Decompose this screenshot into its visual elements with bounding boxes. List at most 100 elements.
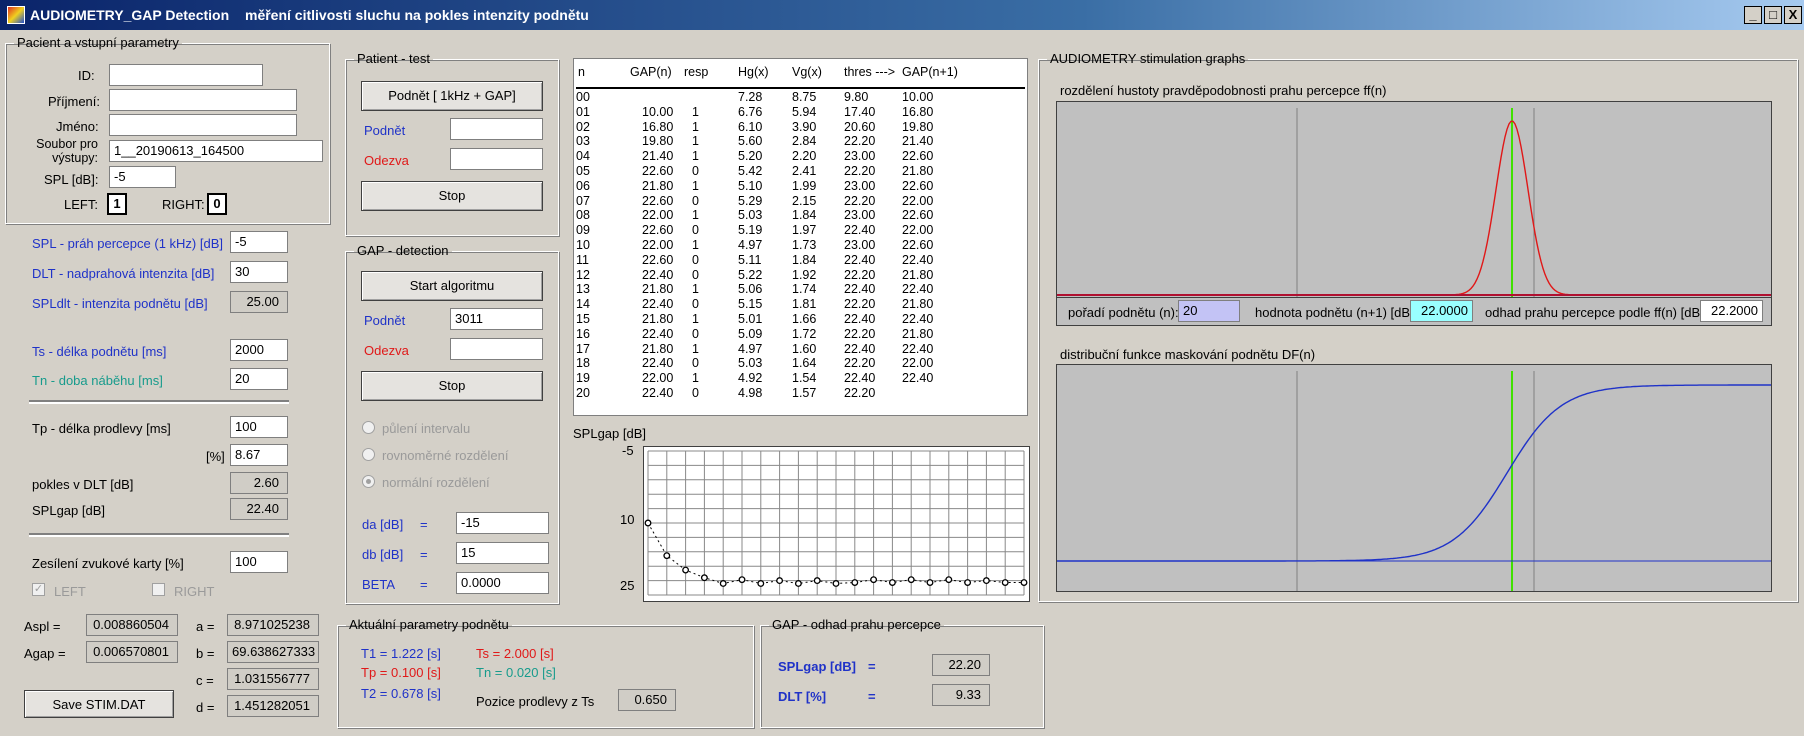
table-cell: 0: [692, 356, 699, 371]
table-cell: 21.80: [902, 326, 934, 341]
pct-label: [%]: [206, 449, 225, 464]
test-stop-button[interactable]: Stop: [361, 181, 543, 211]
table-cell: 22.20: [844, 356, 876, 371]
table-cell: 22.40: [642, 356, 674, 371]
table-cell: 22.40: [844, 282, 876, 297]
table-cell: 5.60: [738, 134, 763, 149]
close-button[interactable]: X: [1784, 6, 1802, 24]
b-value: 69.638627333: [227, 641, 319, 663]
table-row: 09 22.60 0 5.19 1.97 22.40 22.00: [574, 223, 1027, 238]
radio-normal-distribution[interactable]: [362, 475, 375, 488]
splgap-value: 22.40: [230, 498, 288, 520]
left-checkbox[interactable]: ✓: [32, 583, 45, 596]
table-cell: 21.40: [642, 149, 674, 164]
radio-normal-distribution-label: normální rozdělení: [382, 475, 490, 490]
agap-value: 0.006570801: [86, 641, 178, 663]
spl-threshold-field[interactable]: -5: [230, 231, 288, 253]
table-cell: 22.40: [902, 312, 934, 326]
next-value-field[interactable]: 22.0000: [1410, 300, 1473, 322]
splgap-point: [888, 579, 896, 586]
table-cell: 5.06: [738, 282, 763, 297]
id-field[interactable]: [109, 64, 263, 86]
ts-field[interactable]: 2000: [230, 339, 288, 361]
cdf-graph: [1056, 364, 1772, 592]
beta-field[interactable]: 0.0000: [456, 572, 549, 594]
test-stimulus-field[interactable]: [450, 118, 543, 140]
table-cell: 22.60: [902, 238, 934, 252]
table-cell: 4.97: [738, 341, 763, 356]
table-cell: 5.01: [738, 312, 763, 326]
table-cell: 1.84: [792, 252, 817, 267]
table-cell: 22.00: [642, 208, 674, 223]
splgap-point: [851, 579, 859, 586]
table-row: 11 22.60 0 5.11 1.84 22.40 22.40: [574, 253, 1027, 268]
table-cell: 1.66: [792, 312, 817, 326]
table-cell: 20.60: [844, 119, 876, 134]
maximize-button[interactable]: □: [1764, 6, 1782, 24]
table-cell: 5.20: [738, 149, 763, 164]
results-table[interactable]: n GAP(n) resp Hg(x) Vg(x) thres ---> GAP…: [573, 58, 1028, 416]
db-field[interactable]: 15: [456, 542, 549, 564]
minimize-button[interactable]: _: [1744, 6, 1762, 24]
pct-field[interactable]: 8.67: [230, 444, 288, 466]
table-cell: 1: [692, 341, 699, 356]
table-cell: 22.20: [844, 326, 876, 341]
splgap-point: [738, 576, 746, 584]
dlt-field[interactable]: 30: [230, 261, 288, 283]
splgap-point: [663, 552, 671, 560]
splgap-plot-frame: [643, 446, 1030, 602]
table-cell: 16.80: [902, 104, 934, 119]
beta-equals: =: [420, 577, 428, 592]
splgap-plot-title: SPLgap [dB]: [573, 426, 646, 441]
order-field[interactable]: 20: [1178, 300, 1240, 322]
table-cell: 22.40: [642, 386, 674, 400]
table-cell: 1: [692, 178, 699, 193]
start-algorithm-button[interactable]: Start algoritmu: [361, 271, 543, 301]
aspl-label: Aspl =: [24, 619, 61, 634]
table-cell: 22.40: [642, 267, 674, 282]
tn-field[interactable]: 20: [230, 368, 288, 390]
table-cell: 5.10: [738, 178, 763, 193]
gain-field[interactable]: 100: [230, 551, 288, 573]
file-field[interactable]: 1__20190613_164500: [109, 140, 323, 162]
da-equals: =: [420, 517, 428, 532]
table-cell: 0: [692, 386, 699, 400]
save-stim-button[interactable]: Save STIM.DAT: [24, 690, 174, 718]
test-response-field[interactable]: [450, 148, 543, 170]
splgap-point: [1001, 579, 1009, 586]
surname-field[interactable]: [109, 89, 297, 111]
stimulus-button[interactable]: Podnět [ 1kHz + GAP]: [361, 81, 543, 111]
table-cell: 08: [576, 208, 590, 223]
name-label: Jméno:: [56, 119, 99, 134]
table-cell: 22.00: [902, 193, 934, 208]
table-header-line: [576, 87, 1025, 89]
radio-interval-halving[interactable]: [362, 421, 375, 434]
right-checkbox[interactable]: [152, 583, 165, 596]
table-cell: 7.28: [738, 90, 763, 104]
table-cell: 5.03: [738, 356, 763, 371]
table-row: 17 21.80 1 4.97 1.60 22.40 22.40: [574, 342, 1027, 357]
left-value: 1: [107, 193, 127, 215]
table-cell: 1.54: [792, 371, 817, 386]
a-label: a =: [196, 619, 215, 634]
gap-stimulus-field[interactable]: 3011: [450, 308, 543, 330]
test-response-label: Odezva: [364, 153, 409, 168]
table-cell: 22.20: [844, 267, 876, 282]
spl-field[interactable]: -5: [109, 166, 176, 188]
table-row: 13 21.80 1 5.06 1.74 22.40 22.40: [574, 282, 1027, 297]
da-field[interactable]: -15: [456, 512, 549, 534]
table-cell: 1: [692, 282, 699, 297]
radio-uniform-distribution[interactable]: [362, 448, 375, 461]
cdf-plot: [1057, 371, 1771, 591]
table-cell: 21.80: [902, 164, 934, 178]
name-field[interactable]: [109, 114, 297, 136]
estimate-field[interactable]: 22.2000: [1700, 300, 1763, 322]
table-row: 07 22.60 0 5.29 2.15 22.20 22.00: [574, 194, 1027, 209]
estimate-dlt-label: DLT [%]: [778, 689, 827, 704]
table-cell: 22.40: [902, 252, 934, 267]
tp-field[interactable]: 100: [230, 416, 288, 438]
table-cell: 22.20: [844, 134, 876, 149]
gap-response-field[interactable]: [450, 338, 543, 360]
table-row: 06 21.80 1 5.10 1.99 23.00 22.60: [574, 179, 1027, 194]
gap-stop-button[interactable]: Stop: [361, 371, 543, 401]
